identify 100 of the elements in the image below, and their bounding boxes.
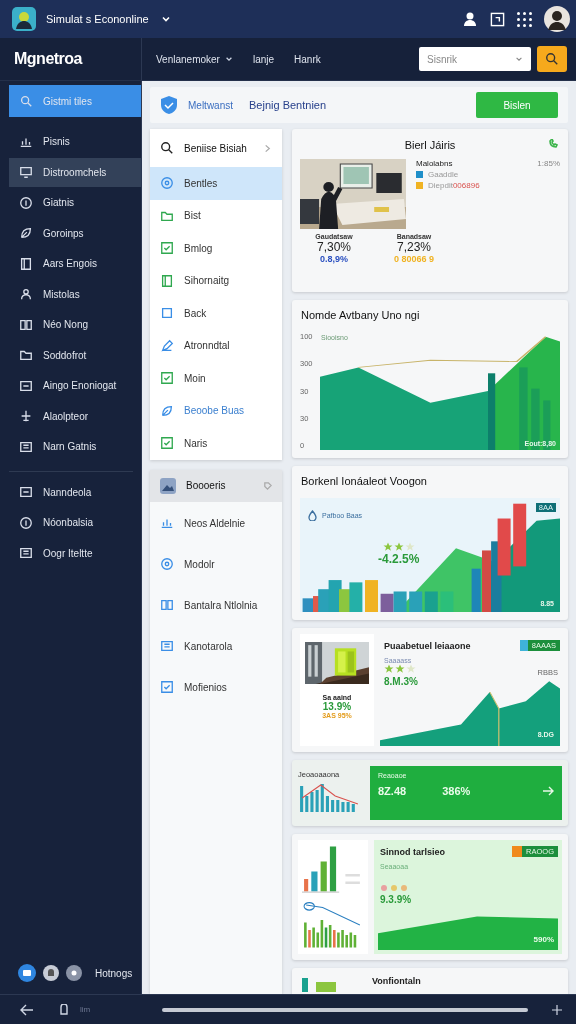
sidebar-item[interactable]: Goroinps: [9, 218, 141, 248]
change-value: 8.M.3%: [384, 676, 418, 687]
bar: [304, 879, 309, 892]
bar: [497, 518, 511, 576]
list-item[interactable]: Bmlog: [150, 232, 282, 265]
check-icon: [160, 371, 174, 386]
book-icon: [19, 256, 33, 271]
search-icon: [545, 52, 559, 66]
chat-icon[interactable]: [18, 964, 36, 982]
list-item[interactable]: Back: [150, 297, 282, 330]
list-item[interactable]: Bantalra Ntlolnia: [150, 585, 282, 625]
list-item[interactable]: Bist: [150, 199, 282, 232]
list-item[interactable]: Atronndtal: [150, 329, 282, 362]
bar: [482, 550, 492, 612]
chevron-down-icon[interactable]: [160, 14, 171, 24]
bar: [329, 846, 337, 892]
sidebar-item[interactable]: Oogr Iteltte: [9, 538, 141, 568]
shield-icon: [160, 95, 178, 115]
window-icon[interactable]: [490, 11, 505, 27]
sidebar-item[interactable]: Nanndeola: [9, 477, 141, 507]
bar: [513, 503, 527, 567]
panel-header[interactable]: Boooeris: [150, 469, 282, 502]
star-icon: [404, 542, 415, 552]
card-title: Vonfiontaln: [372, 976, 421, 986]
list-item[interactable]: Beoobe Buas: [150, 394, 282, 427]
tag-icon: [263, 481, 272, 490]
target-icon: [160, 176, 174, 191]
sidebar-item[interactable]: Nóonbalsia: [9, 508, 141, 537]
app-logo-icon[interactable]: [12, 7, 36, 31]
user-icon[interactable]: [462, 11, 478, 27]
sidebar-item[interactable]: Pisnis: [9, 127, 141, 156]
star-icon: [406, 664, 416, 674]
list-item[interactable]: Neos Aldelnie: [150, 503, 282, 543]
eye-icon[interactable]: [66, 965, 82, 981]
kpi-value: 8Z.48: [378, 785, 407, 797]
nav-link[interactable]: Venlanemoker: [156, 53, 233, 65]
legend-value: 1:85%: [537, 159, 560, 168]
card-icon: [19, 378, 33, 393]
star-icon: [382, 542, 393, 552]
list-item[interactable]: Mofienios: [150, 667, 282, 707]
monitor-icon: [19, 165, 33, 179]
toolbar-title: Bejnig Bentnien: [249, 99, 327, 111]
card-icon: [19, 485, 33, 499]
panel-header[interactable]: Beniise Bisiah: [150, 129, 282, 167]
footer-link[interactable]: Hotnogs: [95, 967, 133, 979]
app-title: Simulat s Econonline: [46, 13, 149, 25]
toolbar-label: Meltwanst: [188, 99, 233, 111]
marker: [303, 901, 315, 911]
search-field[interactable]: Sisnrik: [419, 47, 531, 71]
back-arrow-icon[interactable]: [20, 1002, 34, 1017]
list-icon: [19, 439, 33, 454]
bar: [440, 591, 454, 612]
apps-grid-icon[interactable]: [517, 11, 532, 27]
columns-icon: [160, 598, 174, 612]
trend-line: [301, 784, 359, 805]
bell-icon[interactable]: [43, 965, 59, 981]
sidebar-item[interactable]: Aingo Enoniogat: [9, 371, 141, 400]
avatar-icon[interactable]: [544, 6, 570, 32]
list-item[interactable]: Sihornaitg: [150, 264, 282, 297]
star-icon: [395, 664, 405, 674]
bar: [302, 978, 308, 992]
card-title: Sinnod tarlsieo: [380, 846, 445, 857]
sidebar-item[interactable]: Soddofrot: [9, 340, 141, 370]
list-item[interactable]: Kanotarola: [150, 626, 282, 666]
list-item[interactable]: Modolr: [150, 544, 282, 584]
check-icon: [160, 241, 174, 256]
list-item[interactable]: Naris: [150, 427, 282, 460]
sidebar-item[interactable]: Néo Nong: [9, 310, 141, 339]
check-icon: [160, 680, 174, 694]
status-text: lim: [80, 1005, 91, 1014]
coin-icon: [19, 515, 33, 530]
kpi-percent: 386%: [442, 785, 471, 797]
search-button[interactable]: [537, 46, 567, 72]
card-title: Nomde Avtbany Uno ngi: [301, 308, 421, 323]
bar: [365, 580, 378, 612]
card-title: Puaabetuel leiaaone: [384, 640, 471, 651]
list-icon: [160, 639, 174, 653]
legend-title: Malolabns: [416, 159, 453, 168]
leaf-icon: [160, 403, 174, 418]
bar: [471, 568, 481, 612]
change-value: 9.3.9%: [380, 894, 412, 905]
bar: [380, 593, 394, 612]
pen-icon: [160, 338, 174, 353]
sidebar-item[interactable]: Aars Engois: [9, 249, 141, 278]
sidebar-item[interactable]: Distroomchels: [9, 157, 141, 187]
square-icon: [160, 306, 174, 321]
sidebar-item[interactable]: Mistolas: [9, 279, 141, 309]
cross-icon: [19, 409, 33, 423]
nav-link[interactable]: lanje: [252, 53, 275, 65]
columns-icon: [19, 317, 33, 332]
scroll-bar[interactable]: [162, 1007, 528, 1012]
bar: [409, 591, 423, 612]
list-item[interactable]: Moin: [150, 362, 282, 395]
arrow-right-icon[interactable]: [542, 785, 554, 797]
nav-link[interactable]: Hanrk: [294, 53, 321, 65]
list-item[interactable]: Bentles: [150, 167, 282, 200]
sidebar-item[interactable]: Giatnis: [9, 188, 141, 217]
sidebar-item[interactable]: Alaolpteor: [9, 401, 141, 431]
brand-logo[interactable]: Mgnetroa: [14, 50, 82, 68]
sidebar-item[interactable]: Narn Gatnis: [9, 432, 141, 461]
